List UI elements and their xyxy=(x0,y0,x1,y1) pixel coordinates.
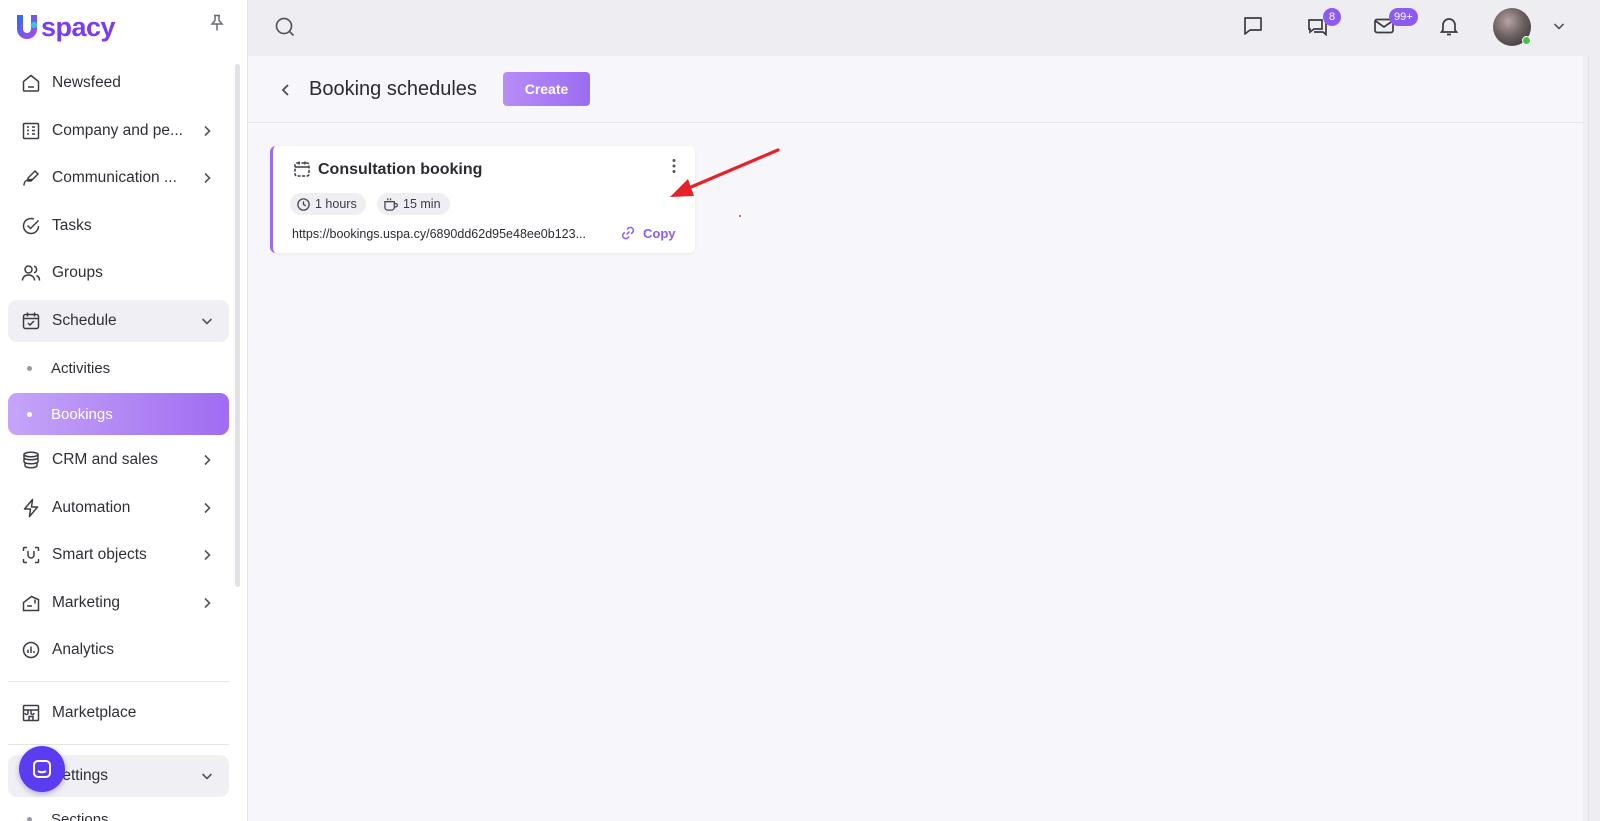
coins-icon xyxy=(20,449,42,471)
sidebar-item-company[interactable]: Company and pe... xyxy=(8,110,229,152)
sidebar-item-groups[interactable]: Groups xyxy=(8,252,229,294)
sidebar-item-label: Schedule xyxy=(52,311,117,329)
bell-icon[interactable] xyxy=(1437,14,1461,38)
chevron-down-icon xyxy=(199,313,215,329)
bullet-dot xyxy=(27,817,32,821)
annotation-arrow-icon xyxy=(648,146,783,206)
booking-url[interactable]: https://bookings.uspa.cy/6890dd62d95e48e… xyxy=(292,227,622,241)
copy-label: Copy xyxy=(643,225,676,241)
uspacy-logo[interactable]: spacy xyxy=(14,10,116,44)
sidebar-item-newsfeed[interactable]: Newsfeed xyxy=(8,62,229,104)
chevron-right-icon xyxy=(199,123,215,139)
break-value: 15 min xyxy=(403,197,441,211)
duration-chip: 1 hours xyxy=(290,193,366,215)
sidebar-item-label: Marketing xyxy=(52,593,121,611)
chevron-down-icon xyxy=(199,768,215,784)
sidebar-item-marketing[interactable]: Marketing xyxy=(8,582,229,624)
building-icon xyxy=(20,120,42,142)
sidebar: spacy Newsfeed Company and pe... Communi… xyxy=(0,0,248,821)
sidebar-item-label: Marketplace xyxy=(52,704,137,721)
page-scrollbar[interactable] xyxy=(1583,56,1600,821)
sidebar-item-label: Tasks xyxy=(52,216,92,234)
calendar-check-icon xyxy=(20,310,42,332)
sidebar-item-label: Automation xyxy=(52,498,131,516)
booking-title[interactable]: Consultation booking xyxy=(318,161,482,179)
clock-icon xyxy=(296,197,311,212)
bullet-dot xyxy=(27,365,32,371)
sidebar-subitem-label: Activities xyxy=(51,359,111,377)
mail-badge: 99+ xyxy=(1389,8,1418,26)
calendar-icon xyxy=(293,160,311,178)
sidebar-item-automation[interactable]: Automation xyxy=(8,487,229,529)
pin-icon[interactable] xyxy=(209,14,225,32)
main-content: Booking schedules Create Consultation bo… xyxy=(248,56,1583,821)
copy-link-button[interactable]: Copy xyxy=(620,225,676,241)
booking-card[interactable]: Consultation booking 1 hours 15 min http… xyxy=(270,146,695,253)
users-icon xyxy=(20,262,42,284)
online-status-indicator xyxy=(1522,36,1531,45)
coffee-cup-icon xyxy=(383,197,399,212)
page-header: Booking schedules Create xyxy=(248,56,1583,123)
check-circle-icon xyxy=(20,215,42,237)
sidebar-item-label: Groups xyxy=(52,264,103,281)
sidebar-item-smart-objects[interactable]: Smart objects xyxy=(8,534,229,576)
sidebar-divider xyxy=(8,681,229,682)
link-icon xyxy=(620,225,636,241)
page-title: Booking schedules xyxy=(309,78,477,100)
bullet-dot xyxy=(27,411,32,417)
chart-pie-icon xyxy=(20,639,42,661)
comment-icon[interactable] xyxy=(1241,14,1265,38)
support-chat-button[interactable] xyxy=(19,746,65,792)
sidebar-subitem-activities[interactable]: Activities xyxy=(8,347,229,389)
sidebar-item-tasks[interactable]: Tasks xyxy=(8,205,229,247)
smart-object-icon xyxy=(20,544,42,566)
logo-mark-icon xyxy=(14,12,40,42)
sidebar-scrollbar[interactable] xyxy=(235,64,240,587)
chevron-right-icon xyxy=(199,500,215,516)
sidebar-item-label: Newsfeed xyxy=(52,74,121,91)
chevron-right-icon xyxy=(199,452,215,468)
lightning-icon xyxy=(20,497,42,519)
duration-value: 1 hours xyxy=(315,197,357,211)
sidebar-divider xyxy=(8,744,229,745)
chevron-right-icon xyxy=(199,595,215,611)
sidebar-item-analytics[interactable]: Analytics xyxy=(8,629,229,671)
chat-pen-icon xyxy=(20,167,42,189)
sidebar-subitem-sections[interactable]: Sections xyxy=(8,803,229,821)
logo-text: spacy xyxy=(41,11,116,42)
megaphone-icon xyxy=(20,592,42,614)
chevron-right-icon xyxy=(199,547,215,563)
search-icon[interactable] xyxy=(273,15,297,39)
sidebar-item-label: Communication ... xyxy=(52,169,177,186)
sidebar-item-label: Smart objects xyxy=(52,546,147,563)
chevron-down-icon[interactable] xyxy=(1551,18,1567,34)
sidebar-item-label: CRM and sales xyxy=(52,451,158,468)
sidebar-nav: Newsfeed Company and pe... Communication… xyxy=(8,62,229,821)
sidebar-item-communication[interactable]: Communication ... xyxy=(8,157,229,199)
home-icon xyxy=(20,72,42,94)
annotation-dot xyxy=(739,215,741,217)
store-icon xyxy=(20,702,42,724)
chevron-right-icon xyxy=(199,170,215,186)
sidebar-subitem-label: Sections xyxy=(51,811,109,821)
sidebar-item-schedule[interactable]: Schedule xyxy=(8,299,229,342)
sidebar-item-marketplace[interactable]: Marketplace xyxy=(8,692,229,734)
sidebar-subitem-bookings[interactable]: Bookings xyxy=(8,393,229,435)
sidebar-item-label: Analytics xyxy=(52,641,115,658)
back-chevron-icon[interactable] xyxy=(278,82,294,98)
break-chip: 15 min xyxy=(377,193,450,215)
create-button[interactable]: Create xyxy=(503,72,590,106)
messenger-badge: 8 xyxy=(1323,8,1341,26)
chat-bubble-icon xyxy=(33,760,51,778)
sidebar-item-label: Company and pe... xyxy=(52,121,183,139)
sidebar-item-crm[interactable]: CRM and sales xyxy=(8,439,229,481)
sidebar-subitem-label: Bookings xyxy=(51,405,113,423)
